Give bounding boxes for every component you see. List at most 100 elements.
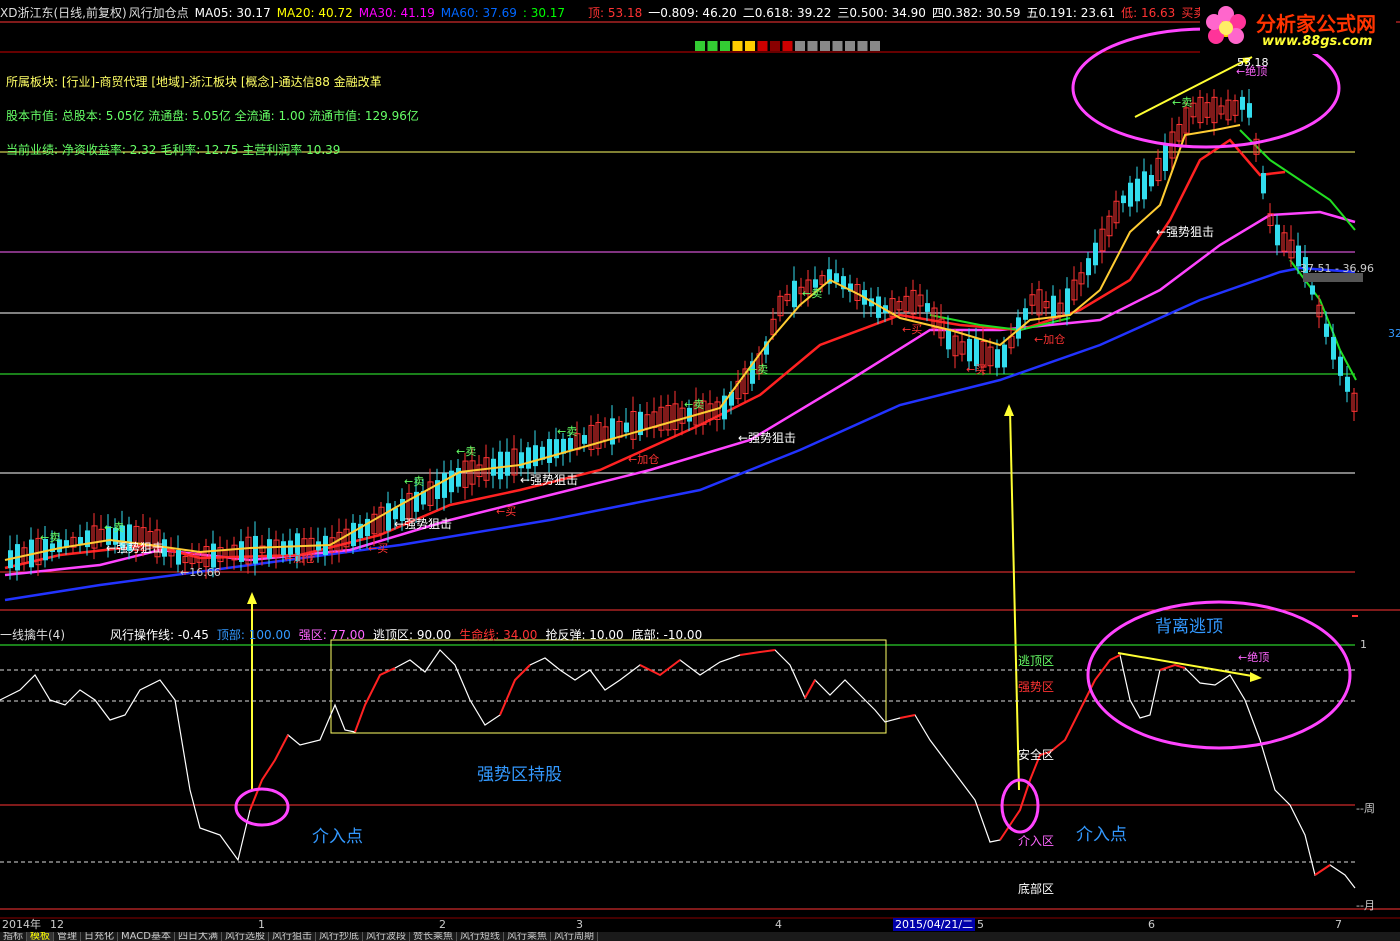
top-marker: ←绝顶: [1238, 651, 1270, 664]
candle-body: [176, 550, 181, 565]
axis-label: 7: [1335, 918, 1342, 931]
candle-body: [1128, 182, 1133, 207]
status-square: [820, 41, 830, 51]
axis-price-label: 32: [1388, 327, 1400, 340]
candle-body: [1240, 96, 1245, 110]
candle-body: [442, 473, 447, 498]
candle-body: [568, 438, 573, 450]
indicator-tab[interactable]: 风行乘魚: [504, 932, 551, 941]
date-axis: 2014年 12 1 2 3 4 2015/04/21/二 5 6 7: [0, 918, 1400, 931]
fib-level: 顶: 53.18: [588, 6, 643, 20]
ma-value: MA30: 41.19: [358, 6, 435, 20]
ma-value: MA20: 40.72: [276, 6, 353, 20]
oscillator-strong-segment: [739, 649, 776, 656]
status-square: [795, 41, 805, 51]
candle-body: [1338, 356, 1343, 376]
candle-body: [526, 447, 531, 469]
add-marker: ←加仓: [284, 552, 316, 565]
axis-label: 2: [439, 918, 446, 931]
indicator-tab[interactable]: 风行短线: [457, 932, 504, 941]
candle-body: [967, 338, 972, 362]
candle-body: [253, 535, 258, 564]
oscillator-line: [0, 649, 1356, 889]
ma-line: [1239, 129, 1356, 231]
indicator-tab[interactable]: 风行选股: [222, 932, 269, 941]
candle-body: [533, 445, 538, 467]
divergence-annotation: 背离逃顶: [1155, 617, 1223, 637]
entry-ellipse: [234, 787, 290, 827]
status-square: [832, 41, 843, 51]
strong-label: ←强势狙击: [106, 541, 165, 555]
candle-body: [995, 349, 1000, 368]
status-square: [857, 41, 868, 51]
sub-param: 强区: 77.00: [298, 628, 365, 642]
candle-body: [1086, 258, 1091, 276]
indicator-tab[interactable]: MACD基本: [118, 932, 175, 941]
indicator-tab[interactable]: 风行周期: [551, 932, 598, 941]
strong-label: ←强势狙击: [1156, 225, 1215, 239]
logo-url: www.88gs.com: [1262, 34, 1373, 49]
ma-value: : 30.17: [522, 6, 566, 20]
logo-title: 分析家公式网: [1256, 12, 1376, 36]
indicator-tab[interactable]: 指标: [0, 932, 27, 941]
candle-body: [1149, 174, 1154, 187]
zone-escape-label: 逃顶区: [1018, 654, 1055, 668]
indicator-tab[interactable]: 四日大满: [175, 932, 222, 941]
candle-body: [1002, 344, 1007, 368]
axis-label: 6: [1148, 918, 1155, 931]
top-marker: ←绝顶: [1236, 65, 1268, 78]
fib-level: 一0.809: 46.20: [648, 6, 737, 20]
site-logo: 分析家公式网 www.88gs.com: [1200, 2, 1396, 54]
status-square: [757, 41, 768, 51]
axis-label: 12: [50, 918, 64, 931]
indicator-tab[interactable]: 风行波段: [363, 932, 410, 941]
axis-label: 2014年: [2, 918, 41, 931]
axis-label: 5: [977, 918, 984, 931]
candle-body: [1135, 178, 1140, 202]
buy-marker: ←买: [496, 505, 517, 518]
sub-param: 生命线: 34.00: [459, 628, 538, 642]
indicator-tab[interactable]: 风行抄底: [316, 932, 363, 941]
right-price-label: 37.51 - 36.96: [1300, 262, 1374, 275]
oscillator-strong-segment: [804, 679, 816, 699]
arrow-head: [1250, 672, 1262, 682]
candle-body: [351, 522, 356, 547]
indicator-tab[interactable]: 管理: [54, 932, 81, 941]
ma20-line: [4, 138, 1286, 570]
candle-body: [547, 439, 552, 463]
indicator-tab[interactable]: 风行狙击: [269, 932, 316, 941]
chart-header: XD浙江东(日线,前复权) 风行加仓点 MA05: 30.17 MA20: 40.72…: [0, 4, 1252, 21]
indicator-tab[interactable]: 模板: [27, 932, 54, 941]
indicator-tab[interactable]: 日充化: [81, 932, 118, 941]
candle-body: [792, 280, 797, 308]
axis-label: 4: [775, 918, 782, 931]
candle-body: [1310, 285, 1315, 295]
fib-level: 五0.191: 23.61: [1026, 6, 1116, 20]
ma30-line: [4, 210, 1356, 577]
sell-marker: ←卖: [802, 287, 823, 300]
indicator-tab[interactable]: 赞长乘魚: [410, 932, 457, 941]
sell-marker: ←卖: [40, 531, 61, 544]
sell-marker: ←卖: [1172, 96, 1193, 109]
fib-level: 低: 16.63: [1121, 6, 1176, 20]
add-marker: ←加仓: [1034, 333, 1066, 346]
week-axis-label: --周: [1356, 802, 1375, 815]
sell-marker: ←卖: [104, 521, 125, 534]
sell-marker: ←卖: [684, 398, 705, 411]
candle-body: [582, 435, 587, 444]
sub-param: 底部: -10.00: [631, 628, 703, 642]
hold-annotation: 强势区持股: [477, 765, 562, 785]
candle-body: [239, 541, 244, 562]
candle-body: [1023, 308, 1028, 320]
oscillator-strong-segment: [1159, 663, 1186, 671]
cursor-date: 2015/04/21/二: [893, 918, 976, 931]
candle-body: [449, 470, 454, 493]
candle-body: [211, 543, 216, 568]
status-square: [770, 41, 780, 51]
entry-ellipse: [1000, 778, 1040, 834]
fib-level: 四0.382: 30.59: [931, 6, 1021, 20]
status-square: [745, 41, 755, 51]
performance-info: 当前业绩: 净资收益率: 2.32 毛利率: 12.75 主营利润率 10.39: [6, 143, 341, 157]
sub-title: 一线擒牛(4): [0, 628, 65, 642]
axis-label: 3: [576, 918, 583, 931]
